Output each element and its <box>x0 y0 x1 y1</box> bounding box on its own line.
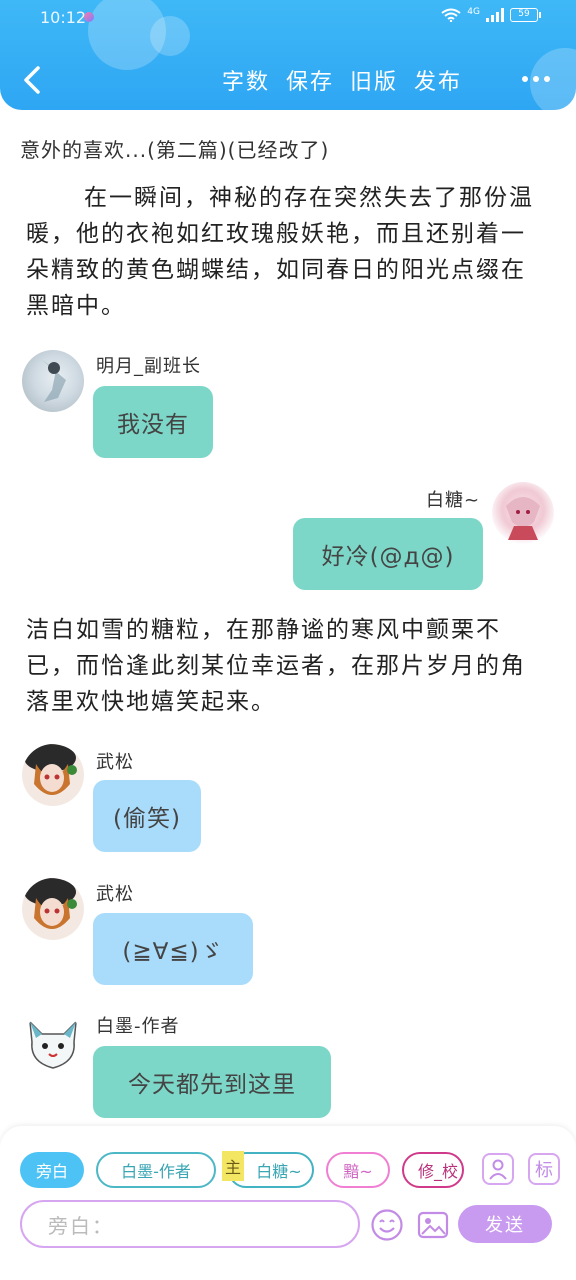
user-card-icon[interactable] <box>482 1153 514 1185</box>
message-username: 武松 <box>96 752 134 773</box>
back-arrow-icon[interactable] <box>18 62 48 98</box>
battery-icon: 59 <box>510 8 541 22</box>
role-chip-an[interactable]: 黯~ <box>326 1152 390 1188</box>
message-username: 白糖~ <box>426 490 481 511</box>
message-username: 武松 <box>96 884 134 905</box>
avatar[interactable] <box>22 1012 84 1074</box>
word-count-button[interactable]: 字数 <box>222 64 270 96</box>
network-type: 4G <box>467 6 480 17</box>
avatar[interactable] <box>492 482 554 544</box>
narration-paragraph[interactable]: 洁白如雪的糖粒，在那静谧的寒风中颤栗不已，而恰逢此刻某位幸运者，在那片岁月的角落… <box>26 612 546 720</box>
old-version-button[interactable]: 旧版 <box>350 64 398 96</box>
message-username: 明月_副班长 <box>96 356 201 377</box>
message-bubble[interactable]: 好冷(@д@) <box>293 518 483 590</box>
message-bubble[interactable]: 今天都先到这里 <box>93 1046 331 1118</box>
role-chip-xiu[interactable]: 修_校 <box>402 1152 464 1188</box>
message-username: 白墨-作者 <box>96 1016 180 1037</box>
avatar[interactable] <box>22 744 84 806</box>
role-chip-narrator[interactable]: 旁白 <box>20 1152 84 1188</box>
status-icons: 4G 59 <box>441 6 541 22</box>
main-character-tag: 主 <box>222 1151 244 1181</box>
save-button[interactable]: 保存 <box>286 64 334 96</box>
publish-button[interactable]: 发布 <box>414 64 462 96</box>
message-bubble[interactable]: (≧∀≦)ゞ <box>93 913 253 985</box>
role-chip-author[interactable]: 白墨-作者 <box>96 1152 216 1188</box>
signal-icon <box>486 8 504 22</box>
status-time: 10:12 <box>40 8 87 27</box>
narration-paragraph[interactable]: 在一瞬间，神秘的存在突然失去了那份温暖，他的衣袍如红玫瑰般妖艳，而且还别着一朵精… <box>26 180 546 324</box>
top-nav: 字数 保存 旧版 发布 <box>222 64 462 96</box>
editor-screen: 10:12 4G 59 字数 保存 旧版 发布 意外的喜欢...(第二篇)(已经… <box>0 0 576 1280</box>
message-bubble[interactable]: 我没有 <box>93 386 213 458</box>
wifi-icon <box>441 8 461 22</box>
top-bar: 10:12 4G 59 字数 保存 旧版 发布 <box>0 0 576 110</box>
send-button[interactable]: 发送 <box>458 1205 552 1243</box>
battery-level: 59 <box>518 9 530 19</box>
avatar[interactable] <box>22 350 84 412</box>
story-title: 意外的喜欢...(第二篇)(已经改了) <box>20 138 330 162</box>
avatar[interactable] <box>22 878 84 940</box>
message-bubble[interactable]: (偷笑) <box>93 780 201 852</box>
notification-icon <box>84 12 94 22</box>
label-button[interactable]: 标 <box>528 1153 560 1185</box>
image-icon[interactable] <box>416 1208 450 1242</box>
more-icon[interactable] <box>522 76 550 82</box>
message-input[interactable]: 旁白： <box>20 1200 360 1248</box>
emoji-icon[interactable] <box>370 1208 404 1242</box>
